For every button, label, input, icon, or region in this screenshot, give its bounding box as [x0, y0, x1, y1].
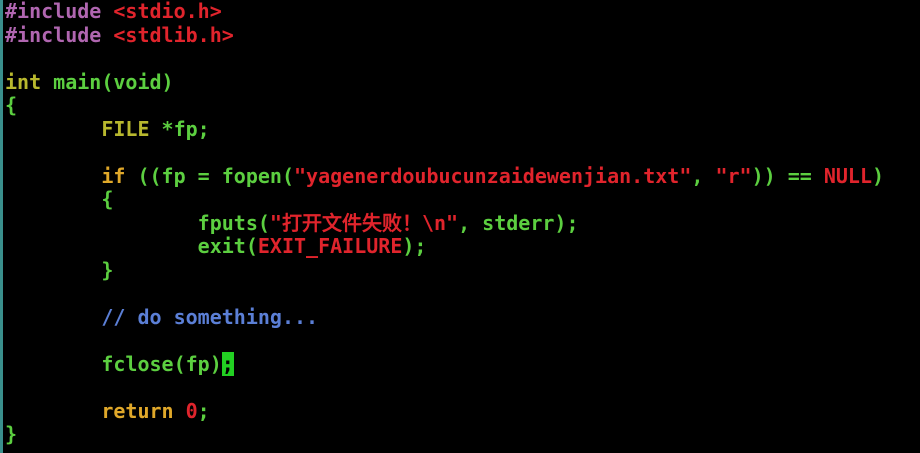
code-line-11: exit(EXIT_FAILURE);: [5, 234, 427, 259]
code-line-10: fputs("打开文件失败！\n", stderr);: [5, 210, 579, 236]
null-constant: NULL: [823, 163, 872, 188]
code-text: );: [402, 234, 427, 258]
constant: EXIT_FAILURE: [257, 234, 403, 258]
function-call: fclose(fp): [101, 351, 222, 376]
return-type: int: [5, 69, 42, 94]
code-text: ((fp = fopen(: [125, 163, 294, 188]
string-literal: "打开文件失败！\n": [269, 210, 459, 235]
type-name: FILE: [101, 116, 150, 141]
keyword: return: [101, 398, 174, 423]
editor-left-border: [0, 0, 3, 453]
function-call: fputs(: [197, 210, 270, 235]
code-text: , stderr);: [458, 210, 579, 235]
open-brace: {: [101, 187, 114, 211]
string-literal: "yagenerdoubucunzaidewenjian.txt": [294, 163, 692, 188]
function-call: exit(: [197, 234, 258, 258]
include-header: <stdio.h>: [113, 0, 222, 23]
text-cursor[interactable]: ;: [221, 351, 234, 376]
code-line-4: int main(void): [5, 69, 174, 95]
code-line-14: // do something...: [5, 304, 319, 330]
separator: ,: [691, 163, 716, 188]
close-brace: }: [101, 257, 114, 282]
preprocessor-directive: #include: [5, 0, 102, 23]
semicolon: ;: [197, 398, 210, 423]
declaration: *fp;: [149, 116, 210, 141]
code-line-1: #include <stdio.h>: [5, 0, 222, 24]
close-paren: ): [872, 163, 885, 188]
code-editor[interactable]: #include <stdio.h> #include <stdlib.h> i…: [0, 0, 920, 453]
code-line-16: fclose(fp);: [5, 351, 234, 377]
include-header: <stdlib.h>: [113, 22, 234, 47]
code-line-9: {: [5, 187, 114, 212]
preprocessor-directive: #include: [5, 22, 102, 47]
code-line-2: #include <stdlib.h>: [5, 22, 234, 48]
function-signature: main(void): [41, 69, 174, 94]
code-text: )) ==: [751, 163, 824, 188]
code-line-18: return 0;: [5, 398, 210, 424]
string-literal: "r": [715, 163, 752, 188]
number-literal: 0: [185, 398, 198, 423]
code-line-12: }: [5, 257, 114, 283]
comment: // do something...: [101, 304, 319, 329]
code-line-5: {: [5, 93, 18, 118]
close-brace: }: [5, 422, 18, 446]
code-line-8: if ((fp = fopen("yagenerdoubucunzaidewen…: [5, 163, 885, 189]
open-brace: {: [5, 93, 18, 117]
code-line-6: FILE *fp;: [5, 116, 210, 142]
keyword: if: [101, 163, 126, 188]
code-line-19: }: [5, 422, 18, 447]
